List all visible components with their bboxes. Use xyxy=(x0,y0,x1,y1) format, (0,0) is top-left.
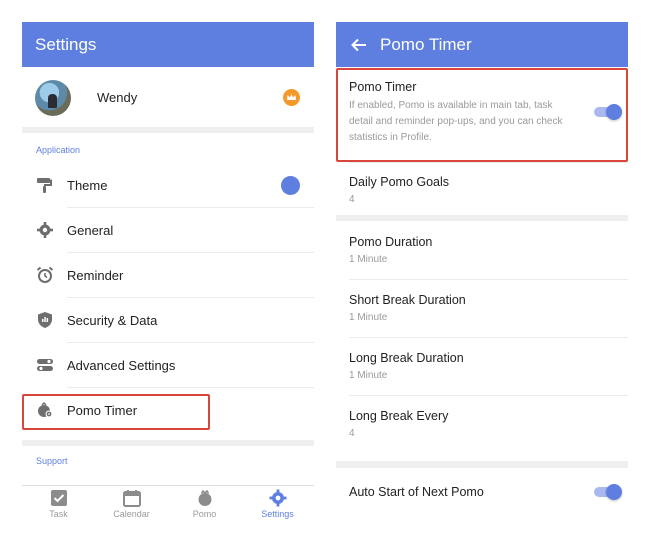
theme-color-swatch xyxy=(281,176,300,195)
settings-appbar: Settings xyxy=(22,22,314,67)
tab-task[interactable]: Task xyxy=(22,486,95,522)
long-break-every-row[interactable]: Long Break Every 4 xyxy=(336,395,628,461)
settings-gear-icon xyxy=(269,489,286,507)
daily-pomo-goals-title: Daily Pomo Goals xyxy=(349,175,450,189)
support-section-label: Support xyxy=(36,456,68,466)
pomo-icon xyxy=(198,489,211,506)
long-break-duration-title: Long Break Duration xyxy=(349,351,464,365)
menu-item-general[interactable]: General xyxy=(22,208,314,253)
pomo-timer-appbar: Pomo Timer xyxy=(336,22,628,67)
bottom-tab-bar: Task Calendar Pomo Settings xyxy=(22,485,314,522)
checkbox-icon xyxy=(50,490,67,506)
back-arrow-icon[interactable] xyxy=(350,36,368,54)
menu-label-general: General xyxy=(67,223,114,238)
divider xyxy=(349,395,628,396)
calendar-icon xyxy=(122,490,141,507)
tab-label-calendar: Calendar xyxy=(113,509,150,519)
short-break-duration-row[interactable]: Short Break Duration 1 Minute xyxy=(336,279,628,337)
profile-row[interactable]: Wendy xyxy=(22,67,314,127)
divider xyxy=(349,279,628,280)
menu-label-advanced-settings: Advanced Settings xyxy=(67,358,176,373)
short-break-duration-value: 1 Minute xyxy=(349,312,388,323)
settings-title: Settings xyxy=(35,34,97,54)
long-break-duration-row[interactable]: Long Break Duration 1 Minute xyxy=(336,337,628,395)
menu-item-theme[interactable]: Theme xyxy=(22,163,314,208)
menu-label-security: Security & Data xyxy=(67,313,158,328)
support-section: Support xyxy=(22,446,314,486)
crown-icon xyxy=(283,89,300,106)
long-break-duration-value: 1 Minute xyxy=(349,370,388,381)
divider xyxy=(349,162,628,163)
profile-name: Wendy xyxy=(97,90,138,105)
alarm-clock-icon xyxy=(36,266,54,283)
auto-start-next-pomo-row[interactable]: Auto Start of Next Pomo xyxy=(336,468,628,516)
tab-settings[interactable]: Settings xyxy=(241,486,314,522)
tab-label-task: Task xyxy=(49,509,68,519)
settings-screen: Settings Wendy Application Theme General xyxy=(22,22,314,522)
auto-start-next-pomo-title: Auto Start of Next Pomo xyxy=(349,485,484,499)
toggles-icon xyxy=(37,359,53,371)
pomo-duration-section: Pomo Duration 1 Minute Short Break Durat… xyxy=(336,221,628,461)
tab-pomo[interactable]: Pomo xyxy=(168,486,241,522)
auto-start-next-pomo-switch[interactable] xyxy=(594,484,622,500)
tab-calendar[interactable]: Calendar xyxy=(95,486,168,522)
tab-label-settings: Settings xyxy=(261,509,294,519)
divider xyxy=(349,337,628,338)
pomo-timer-title: Pomo Timer xyxy=(380,34,472,54)
avatar xyxy=(35,80,71,116)
menu-item-advanced-settings[interactable]: Advanced Settings xyxy=(22,343,314,388)
tab-label-pomo: Pomo xyxy=(192,509,217,519)
short-break-duration-title: Short Break Duration xyxy=(349,293,466,307)
menu-label-reminder: Reminder xyxy=(67,268,124,283)
daily-pomo-goals-value: 4 xyxy=(349,194,355,205)
menu-item-reminder[interactable]: Reminder xyxy=(22,253,314,298)
auto-start-section: Auto Start of Next Pomo xyxy=(336,468,628,522)
highlight-box-pomo-timer xyxy=(22,394,210,430)
paint-roller-icon xyxy=(37,178,52,193)
long-break-every-value: 4 xyxy=(349,428,355,439)
menu-label-theme: Theme xyxy=(67,178,108,193)
gear-icon xyxy=(37,222,53,238)
highlight-box-pomo-timer-toggle xyxy=(336,68,628,162)
long-break-every-title: Long Break Every xyxy=(349,409,449,423)
pomo-duration-row[interactable]: Pomo Duration 1 Minute xyxy=(336,221,628,279)
pomo-duration-title: Pomo Duration xyxy=(349,235,433,249)
application-section-label: Application xyxy=(36,145,81,155)
menu-item-security[interactable]: Security & Data xyxy=(22,298,314,343)
pomo-duration-value: 1 Minute xyxy=(349,254,388,265)
daily-pomo-goals-row[interactable]: Daily Pomo Goals 4 xyxy=(336,162,628,215)
shield-icon xyxy=(38,312,52,328)
